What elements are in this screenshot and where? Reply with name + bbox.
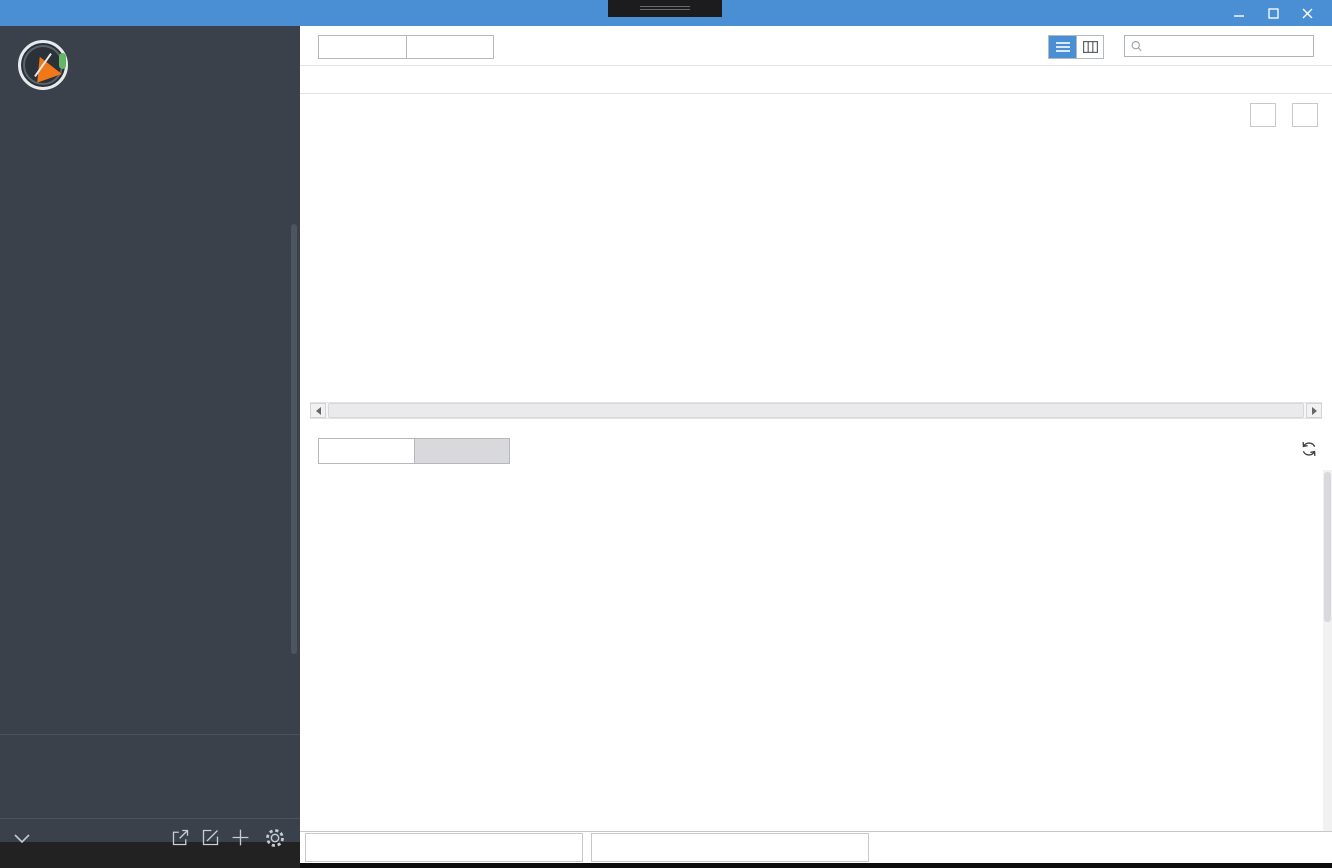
filters-button[interactable] <box>406 36 493 58</box>
navigator-scrollbar <box>310 402 1322 419</box>
moneywiz-window <box>0 0 1332 868</box>
close-button[interactable] <box>1290 0 1324 26</box>
sidebar-footer <box>0 818 300 847</box>
list-scrollbar[interactable] <box>1323 470 1332 831</box>
footer-bar <box>300 831 1332 863</box>
minimize-button[interactable] <box>1222 0 1256 26</box>
search-icon <box>1131 41 1142 52</box>
summary-block <box>0 734 300 743</box>
footer-change-box[interactable] <box>591 833 869 862</box>
from-date-field[interactable] <box>1250 103 1276 127</box>
tabs-row <box>300 434 1332 468</box>
to-date-field[interactable] <box>1292 103 1318 127</box>
scrollbar-thumb[interactable] <box>328 403 1304 418</box>
accounts-list <box>0 222 300 660</box>
view-toggle <box>1048 35 1104 59</box>
maximize-button[interactable] <box>1256 0 1290 26</box>
avatar <box>18 40 68 92</box>
footer-cash-box[interactable] <box>305 833 583 862</box>
tab-portfolio[interactable] <box>319 439 414 463</box>
add-transaction-button[interactable] <box>1294 835 1318 859</box>
sort-button[interactable] <box>319 36 406 58</box>
main-toolbar <box>300 26 1332 66</box>
scroll-right-arrow[interactable] <box>1306 403 1322 418</box>
bottom-strip <box>300 863 1332 868</box>
performance-chart[interactable] <box>310 150 1322 342</box>
search-box <box>1124 35 1314 57</box>
chart-navigator[interactable] <box>310 356 1322 402</box>
sidebar <box>0 26 300 847</box>
sidebar-scrollbar[interactable] <box>291 224 297 654</box>
transactions-list <box>300 470 1332 831</box>
profile-block[interactable] <box>0 26 300 106</box>
columns-view-icon[interactable] <box>1076 36 1103 58</box>
stats-row <box>300 67 1332 94</box>
search-input[interactable] <box>1147 39 1307 53</box>
compose-icon[interactable] <box>200 827 222 849</box>
chevron-down-icon[interactable] <box>14 831 30 849</box>
main-panel <box>300 26 1332 868</box>
share-icon[interactable] <box>170 827 192 849</box>
plus-icon[interactable] <box>230 827 252 849</box>
range-selector <box>300 100 1332 130</box>
scroll-left-arrow[interactable] <box>310 403 326 418</box>
list-view-icon[interactable] <box>1049 36 1076 58</box>
titlebar <box>0 0 1332 26</box>
screen-notch <box>608 0 722 17</box>
tab-trades[interactable] <box>414 439 509 463</box>
refresh-icon[interactable] <box>1300 440 1320 460</box>
settings-gear-icon[interactable] <box>264 827 286 849</box>
